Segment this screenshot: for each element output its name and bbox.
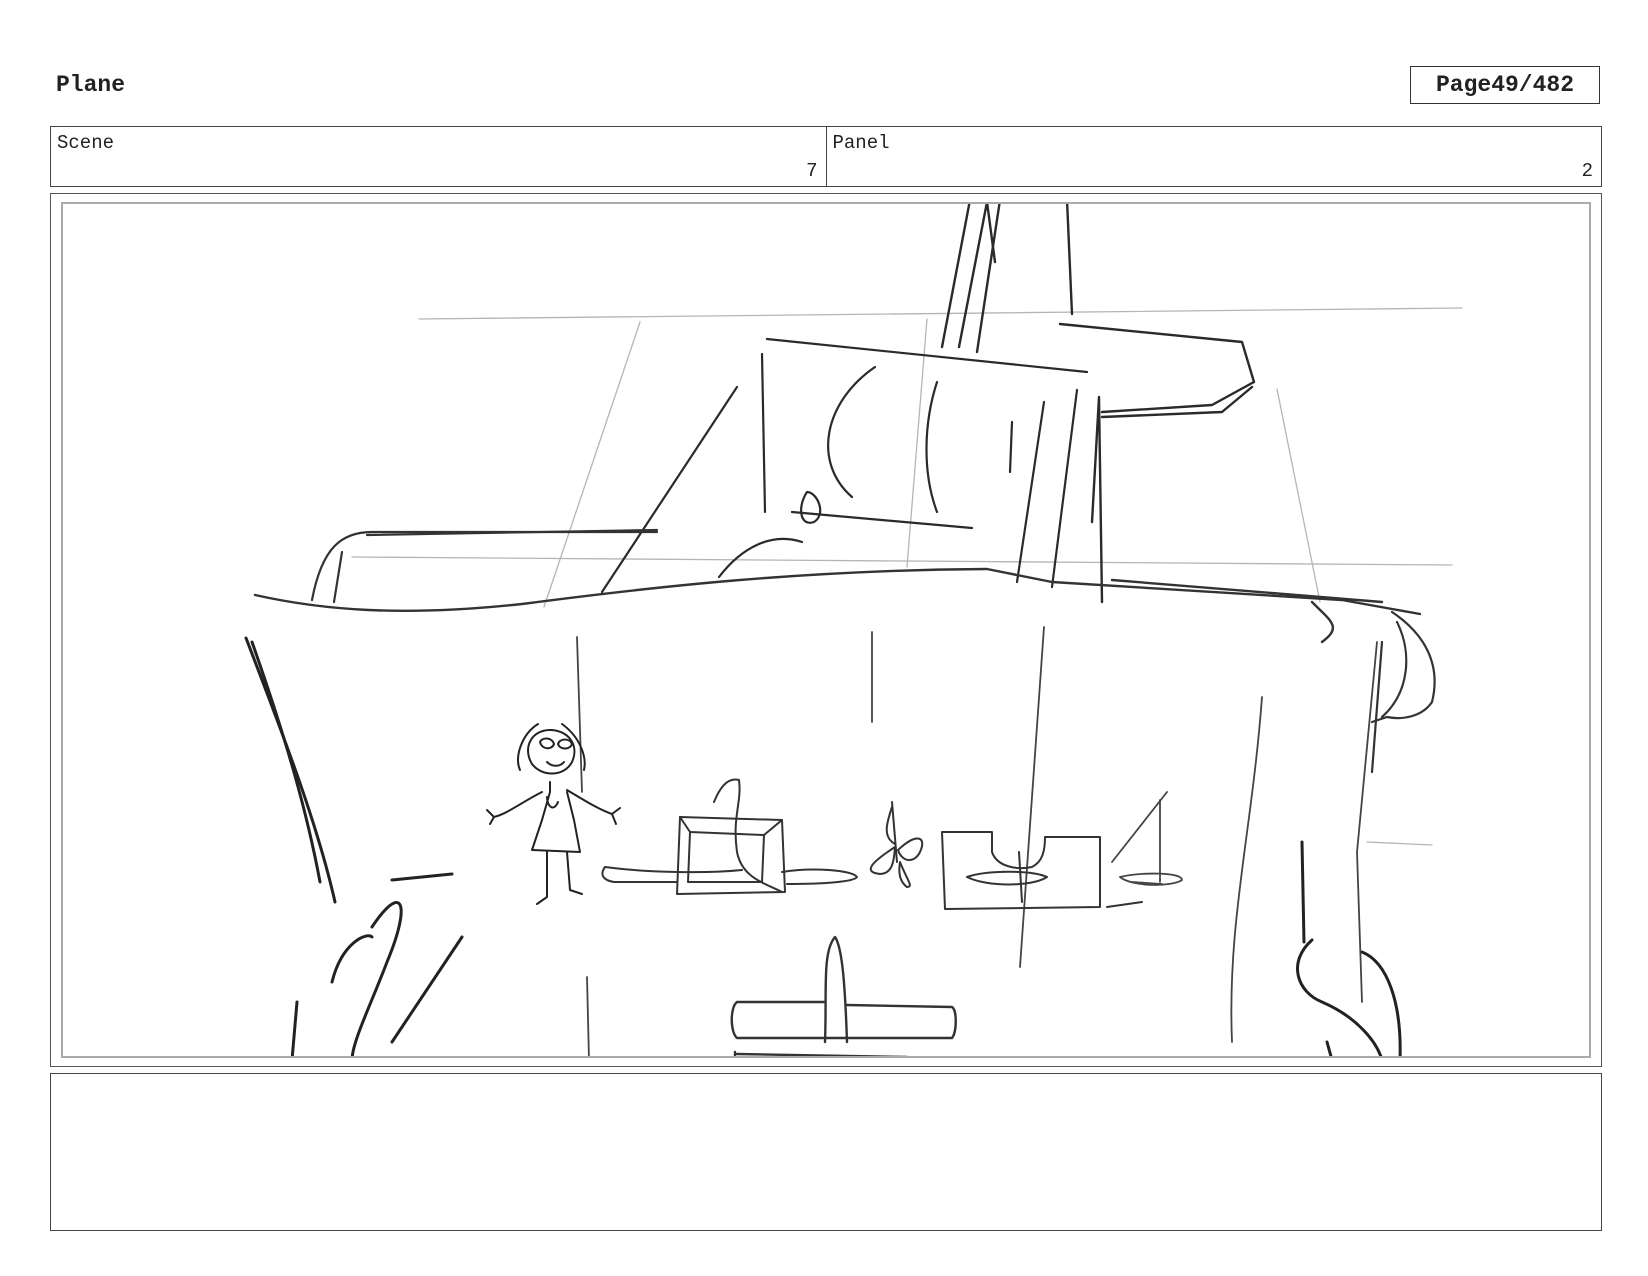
nose-cone-sketch bbox=[1370, 610, 1436, 774]
tail-fin-sketch bbox=[940, 204, 1256, 604]
cockpit-sketch bbox=[600, 337, 1089, 594]
panel-number: 2 bbox=[1581, 160, 1593, 182]
scene-label: Scene bbox=[57, 132, 115, 154]
fuselage-top-line bbox=[253, 567, 1422, 644]
small-tail-sketch bbox=[1111, 791, 1183, 886]
panel-label: Panel bbox=[832, 132, 890, 154]
scene-cell: Scene 7 bbox=[51, 127, 826, 186]
panel-notes-box bbox=[50, 1073, 1602, 1231]
stepped-block-sketch bbox=[941, 831, 1143, 910]
page-number: 49/482 bbox=[1491, 72, 1575, 98]
left-edge-sketch bbox=[244, 636, 464, 1056]
propeller-sketch bbox=[869, 801, 924, 888]
scene-number: 7 bbox=[806, 160, 818, 182]
left-wing-sketch bbox=[310, 528, 659, 604]
foreground-airplane-sketch bbox=[730, 935, 957, 1056]
right-edge-sketch bbox=[1296, 840, 1402, 1056]
table-verticals bbox=[576, 626, 1378, 1056]
page-label: Page bbox=[1435, 72, 1492, 98]
storyboard-title: Plane bbox=[56, 72, 126, 98]
panel-notes-text bbox=[51, 1074, 1601, 1090]
stick-figure-sketch bbox=[486, 723, 621, 905]
panel-cell: Panel 2 bbox=[825, 127, 1602, 186]
plane-cabin-sketch bbox=[244, 204, 1463, 1056]
cube-object-sketch bbox=[601, 778, 858, 895]
storyboard-sketch-frame bbox=[61, 202, 1591, 1058]
scene-panel-info-row: Scene 7 Panel 2 bbox=[50, 126, 1602, 187]
page-indicator: Page 49/482 bbox=[1410, 66, 1600, 104]
